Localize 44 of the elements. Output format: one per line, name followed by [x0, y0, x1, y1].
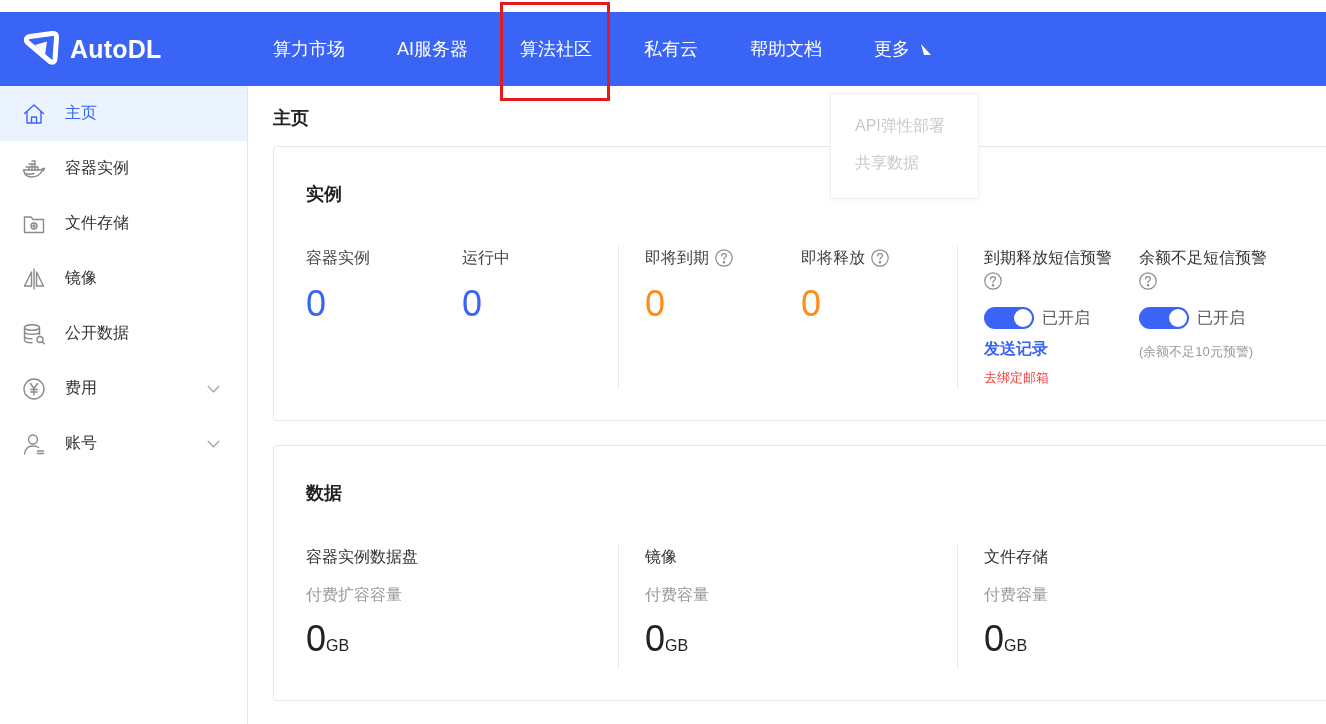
stat-value: 0 — [306, 282, 327, 326]
stat-value: 0 — [462, 282, 483, 326]
storage-value: 0GB — [645, 617, 689, 661]
database-search-icon — [22, 321, 46, 346]
yen-coin-icon — [22, 376, 46, 401]
user-icon — [22, 431, 46, 456]
nav-link[interactable]: 算法社区 — [494, 12, 618, 86]
nav-link[interactable]: 算力市场 — [247, 12, 371, 86]
nav-link[interactable]: 帮助文档 — [724, 12, 848, 86]
toggle-switch[interactable] — [1139, 307, 1189, 329]
stat-label: 容器实例 — [306, 248, 370, 268]
home-icon — [22, 101, 46, 126]
alert-label: 到期释放短信预警 — [984, 248, 1112, 268]
warning-link[interactable]: 去绑定邮箱 — [984, 368, 1049, 388]
caret-icon — [921, 43, 931, 55]
brand-name: AutoDL — [70, 34, 162, 64]
mirror-triangles-icon — [22, 266, 46, 291]
storage-value: 0GB — [984, 617, 1028, 661]
nav-link[interactable]: AI服务器 — [371, 12, 494, 86]
nav-link[interactable]: 私有云 — [618, 12, 724, 86]
stat-value: 0 — [801, 282, 822, 326]
toggle-status: 已开启 — [1197, 307, 1245, 328]
stat-label: 运行中 — [462, 248, 510, 268]
toggle-status: 已开启 — [1042, 307, 1090, 328]
logo-icon — [22, 31, 60, 67]
storage-sublabel: 付费容量 — [645, 585, 709, 605]
stat-value: 0 — [645, 282, 666, 326]
stat-label: 即将到期 — [645, 248, 709, 268]
page-title: 主页 — [273, 107, 309, 130]
hint-text: (余额不足10元预警) — [1139, 343, 1254, 361]
storage-value: 0GB — [306, 617, 350, 661]
storage-label: 文件存储 — [984, 547, 1048, 567]
toggle-switch[interactable] — [984, 307, 1034, 329]
storage-label: 容器实例数据盘 — [306, 547, 418, 567]
text-link[interactable]: 发送记录 — [984, 337, 1048, 361]
storage-sublabel: 付费容量 — [984, 585, 1048, 605]
alert-label: 余额不足短信预警 — [1139, 248, 1267, 268]
storage-sublabel: 付费扩容容量 — [306, 585, 402, 605]
more-menu-button[interactable]: 更多 — [848, 12, 957, 86]
sidebar-item[interactable]: 主页 — [0, 86, 247, 141]
card-title: 数据 — [306, 482, 342, 505]
storage-label: 镜像 — [645, 547, 677, 567]
stat-label: 即将释放 — [801, 248, 865, 268]
card-title: 实例 — [306, 183, 342, 206]
